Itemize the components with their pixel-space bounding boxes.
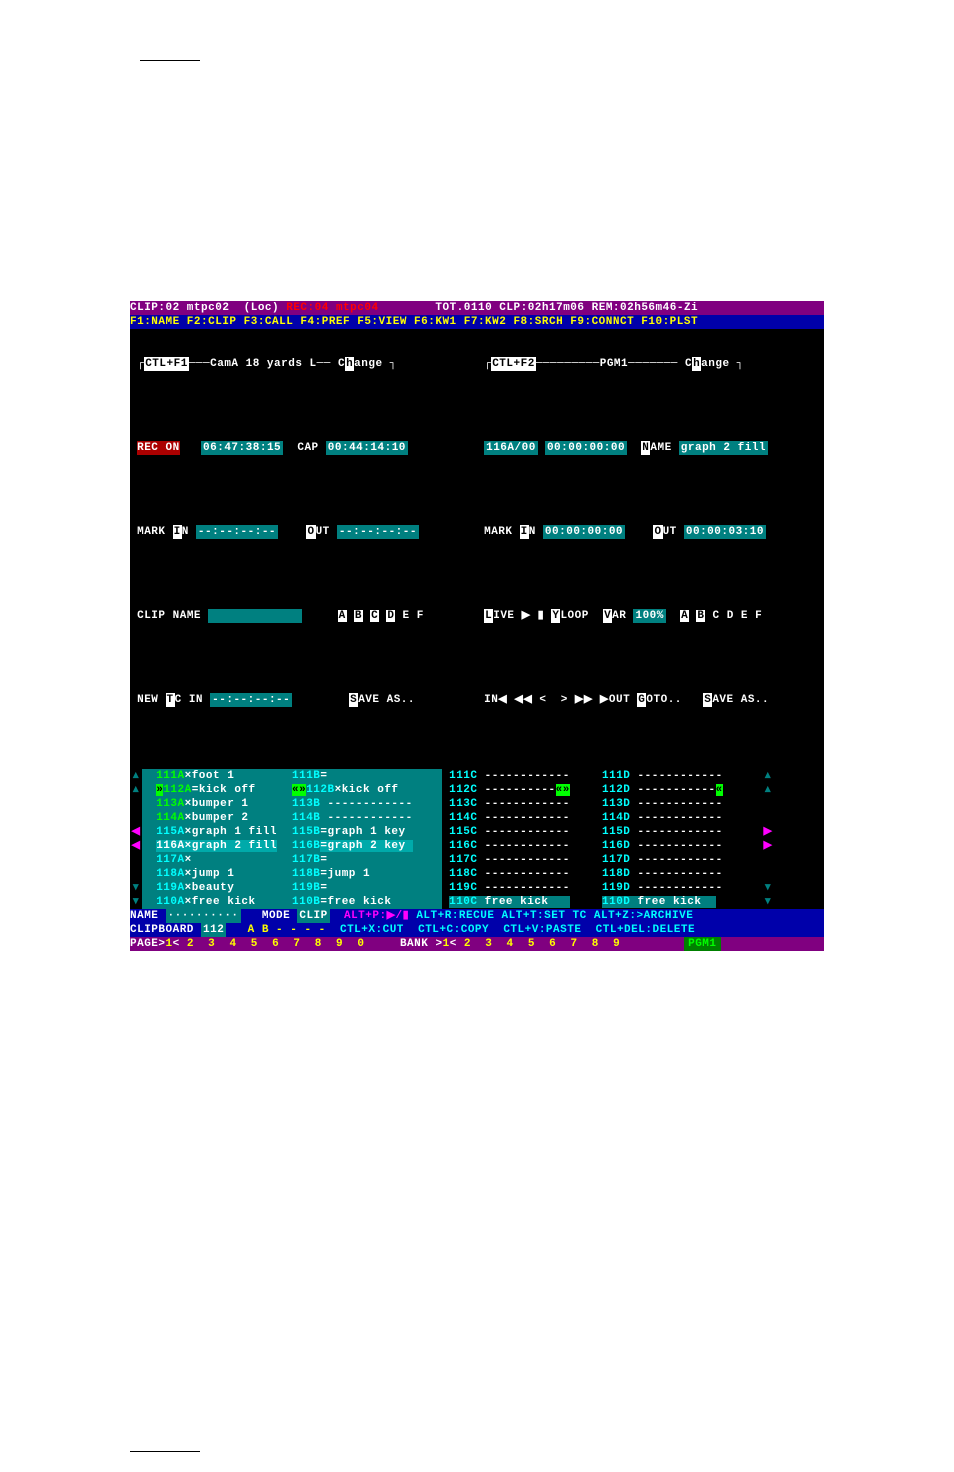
clip-row[interactable]: ▴ »112A=kick off «»112B×kick off 112C --… — [130, 783, 824, 797]
save-as-r[interactable]: AVE AS.. — [712, 693, 769, 707]
tot-info: TOT.0110 — [435, 301, 492, 315]
name-val-r[interactable]: graph 2 fill — [679, 441, 768, 455]
mark-in-label-r[interactable]: N — [529, 525, 543, 539]
rec-tc: 06:47:38:15 — [201, 441, 283, 455]
footer-row-2: CLIPBOARD 112 A B - - - - CTL+X:CUT CTL+… — [130, 923, 824, 937]
name-edit-label: NAME — [130, 909, 158, 923]
altp-hint: ALT+P:▶/▮ — [344, 909, 409, 923]
footer-row-1: NAME ·········· MODE CLIP ALT+P:▶/▮ ALT+… — [130, 909, 824, 923]
left-hotkey[interactable]: CTL+F1 — [144, 357, 189, 371]
out-label-r[interactable]: UT — [663, 525, 684, 539]
var-label[interactable]: AR — [612, 609, 633, 623]
mode-label: MODE — [262, 909, 290, 923]
out-label-l[interactable]: UT — [316, 525, 337, 539]
clipboard-label: CLIPBOARD — [130, 923, 194, 937]
header-bar: CLIP:02 mtpc02 (Loc) REC:04 mtpc04 TOT.0… — [130, 301, 824, 315]
rem-info: REM:02h56m46-Zi — [592, 301, 699, 315]
fkey-bar[interactable]: F1:NAME F2:CLIP F3:CALL F4:PREF F5:VIEW … — [130, 315, 824, 329]
nav-controls[interactable]: IN◀ ◀◀ < > ▶▶ ▶OUT — [484, 693, 630, 707]
mark-in-tc-l[interactable]: --:--:--:-- — [196, 525, 278, 539]
clip-name-label: CLIP NAME — [137, 609, 201, 623]
name-label-r[interactable]: AME — [650, 441, 678, 455]
clip-row[interactable]: 114A×bumper 2 114B ------------ 114C ---… — [130, 811, 824, 825]
ctlc-hint: CTL+C:COPY — [418, 923, 489, 937]
name-edit-field[interactable]: ·········· — [166, 909, 241, 923]
terminal-window: CLIP:02 mtpc02 (Loc) REC:04 mtpc04 TOT.0… — [130, 301, 824, 951]
clip-id: 116A/00 — [484, 441, 538, 455]
clip-row[interactable]: ▾ 119A×beauty 119B= 119C ------------119… — [130, 881, 824, 895]
var-val[interactable]: 100% — [633, 609, 665, 623]
mark-in-tc-r[interactable]: 00:00:00:00 — [543, 525, 625, 539]
fkey-labels: F1:NAME F2:CLIP F3:CALL F4:PREF F5:VIEW … — [130, 315, 698, 329]
out-tc-r[interactable]: 00:00:03:10 — [684, 525, 766, 539]
right-change[interactable]: ange ┐ — [701, 357, 744, 371]
footer-row-3[interactable]: PAGE>1< 2 3 4 5 6 7 8 9 0 BANK >1< 2 3 4… — [130, 937, 824, 951]
rec-status: REC ON — [137, 441, 180, 455]
clp-info: CLP:02h17m06 — [499, 301, 584, 315]
yloop-control[interactable]: LOOP — [560, 609, 603, 623]
out-tc-l[interactable]: --:--:--:-- — [337, 525, 419, 539]
decorative-rule-top — [140, 60, 200, 61]
right-title: PGM1 — [600, 357, 628, 371]
clip-info: CLIP:02 mtpc02 (Loc) — [130, 301, 279, 315]
new-tc-field[interactable]: --:--:--:-- — [210, 693, 292, 707]
decorative-rule-bottom — [130, 1451, 200, 1452]
left-change[interactable]: ange ┐ — [354, 357, 397, 371]
altz-hint: ALT+Z:>ARCHIVE — [594, 909, 693, 923]
mark-in-label[interactable]: N — [182, 525, 196, 539]
clip-row[interactable]: 117A× 117B= 117C ------------117D ------… — [130, 853, 824, 867]
cap-tc: 00:44:14:10 — [326, 441, 408, 455]
ctlx-hint: CTL+X:CUT — [340, 923, 404, 937]
left-title: CamA 18 yards L — [210, 357, 317, 371]
ctlv-hint: CTL+V:PASTE — [503, 923, 581, 937]
altr-hint: ALT+R:RECUE — [416, 909, 494, 923]
clipboard-ab: A B - - - - — [248, 923, 326, 937]
clip-row[interactable]: ▴ 111A×foot 1 111B= 111C ------------111… — [130, 769, 824, 783]
new-tc-label[interactable]: C IN — [175, 693, 211, 707]
clip-row[interactable]: ▾ 110A×free kick 110B=free kick 110C fre… — [130, 895, 824, 909]
clipboard-val: 112 — [201, 923, 226, 937]
altt-hint: ALT+T:SET TC — [502, 909, 587, 923]
clip-row[interactable]: 118A×jump 1 118B=jump 1 118C -----------… — [130, 867, 824, 881]
clip-name-field[interactable] — [208, 609, 302, 623]
save-as-l[interactable]: AVE AS.. — [358, 693, 415, 707]
live-control[interactable]: IVE ▶ ▮ — [493, 609, 551, 623]
goto-button[interactable]: OTO.. — [646, 693, 703, 707]
clip-list[interactable]: ▴ 111A×foot 1 111B= 111C ------------111… — [130, 769, 824, 909]
clip-id-tc: 00:00:00:00 — [545, 441, 627, 455]
cap-label: CAP — [297, 441, 318, 455]
right-hotkey[interactable]: CTL+F2 — [491, 357, 536, 371]
clip-row[interactable]: 113A×bumper 1 113B ------------ 113C ---… — [130, 797, 824, 811]
clip-row[interactable]: ◀ 116A×graph 2 fill116B=graph 2 key 116C… — [130, 839, 824, 853]
mode-value[interactable]: CLIP — [297, 909, 329, 923]
ctldel-hint: CTL+DEL:DELETE — [596, 923, 695, 937]
clip-row[interactable]: ◀ 115A×graph 1 fill115B=graph 1 key 115C… — [130, 825, 824, 839]
rec-info: REC:04 mtpc04 — [286, 301, 378, 315]
